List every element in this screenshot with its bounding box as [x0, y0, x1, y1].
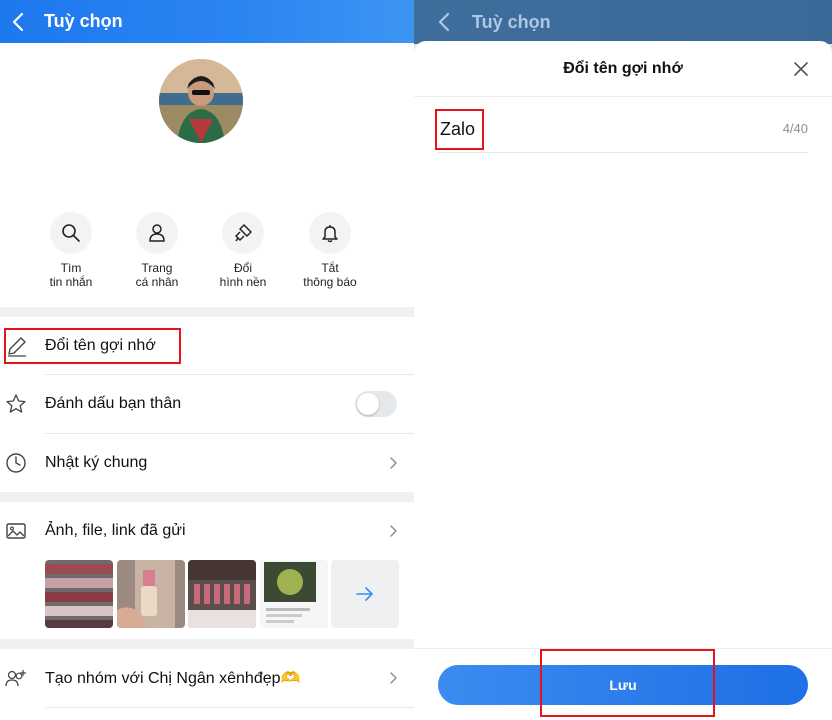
- options-screen: Tuỳ chọn Tìm tin nhắn Trang cá nhân Đổi …: [0, 0, 414, 720]
- create-group-row[interactable]: Tạo nhóm với Chị Ngân xênhđẹp🫶: [0, 649, 414, 707]
- bell-icon: [322, 225, 338, 243]
- quick-actions: Tìm tin nhắn Trang cá nhân Đổi hình nền …: [0, 212, 414, 302]
- nickname-input[interactable]: [440, 117, 740, 141]
- close-icon[interactable]: [792, 60, 810, 78]
- rename-sheet-screen: Tuỳ chọn Đổi tên gợi nhớ 4/40 Lưu: [414, 0, 832, 720]
- page-title: Tuỳ chọn: [472, 11, 551, 32]
- chevron-left-icon: [12, 12, 24, 31]
- search-icon: [62, 224, 80, 242]
- chevron-right-icon: [390, 457, 397, 469]
- avatar[interactable]: [159, 59, 243, 143]
- rename-row[interactable]: Đổi tên gợi nhớ: [0, 317, 414, 375]
- back-button: [426, 0, 462, 44]
- add-group-icon: [5, 670, 26, 687]
- character-counter: 4/40: [782, 121, 808, 136]
- create-group-label: Tạo nhóm với Chị Ngân xênhđẹp🫶: [45, 670, 301, 687]
- star-icon: [6, 394, 26, 413]
- save-button[interactable]: Lưu: [438, 665, 808, 705]
- chevron-right-icon: [390, 672, 397, 684]
- media-thumbnail[interactable]: [45, 560, 113, 628]
- rename-bottom-sheet: Đổi tên gợi nhớ 4/40 Lưu: [414, 41, 832, 720]
- back-button[interactable]: [0, 0, 36, 43]
- user-icon: [149, 224, 165, 242]
- chevron-right-icon: [390, 525, 397, 537]
- action-label: Đổi hình nền: [219, 261, 267, 289]
- best-friend-label: Đánh dấu bạn thân: [45, 395, 182, 412]
- brush-icon: [235, 224, 252, 242]
- media-thumbnail[interactable]: [117, 560, 185, 628]
- sheet-header: Đổi tên gợi nhớ: [414, 41, 832, 97]
- shared-diary-row[interactable]: Nhật ký chung: [0, 434, 414, 492]
- image-icon: [6, 523, 26, 539]
- top-bar: Tuỳ chọn: [0, 0, 414, 43]
- chevron-left-icon: [438, 12, 450, 32]
- arrow-right-icon: [356, 587, 373, 601]
- media-thumbnail[interactable]: [188, 560, 256, 628]
- shared-media-label: Ảnh, file, link đã gửi: [45, 522, 186, 539]
- toggle-knob: [357, 393, 379, 415]
- page-title: Tuỳ chọn: [44, 11, 123, 31]
- top-bar-dimmed: Tuỳ chọn: [414, 0, 832, 44]
- pencil-icon: [8, 337, 26, 357]
- clock-icon: [6, 453, 26, 473]
- search-messages-action[interactable]: Tìm tin nhắn: [31, 212, 111, 289]
- sheet-footer: Lưu: [414, 648, 832, 720]
- view-more-media-button[interactable]: [331, 560, 399, 628]
- media-thumbnail[interactable]: [260, 560, 328, 628]
- section-divider: [0, 492, 414, 502]
- media-thumbnails: [45, 560, 399, 628]
- section-divider: [0, 639, 414, 649]
- mute-notifications-action[interactable]: Tắt thông báo: [290, 212, 370, 289]
- action-label: Tìm tin nhắn: [49, 261, 93, 289]
- best-friend-row[interactable]: Đánh dấu bạn thân: [0, 375, 414, 433]
- profile-action[interactable]: Trang cá nhân: [117, 212, 197, 289]
- nickname-field: 4/40: [438, 111, 808, 153]
- action-label: Tắt thông báo: [303, 261, 357, 289]
- shared-diary-label: Nhật ký chung: [45, 454, 148, 471]
- action-label: Trang cá nhân: [135, 261, 179, 289]
- shared-media-row[interactable]: Ảnh, file, link đã gửi: [0, 502, 414, 560]
- best-friend-toggle[interactable]: [355, 391, 397, 417]
- section-divider: [0, 307, 414, 317]
- row-divider: [45, 707, 414, 708]
- change-wallpaper-action[interactable]: Đổi hình nền: [203, 212, 283, 289]
- sheet-title: Đổi tên gợi nhớ: [563, 59, 683, 77]
- rename-label: Đổi tên gợi nhớ: [45, 337, 156, 354]
